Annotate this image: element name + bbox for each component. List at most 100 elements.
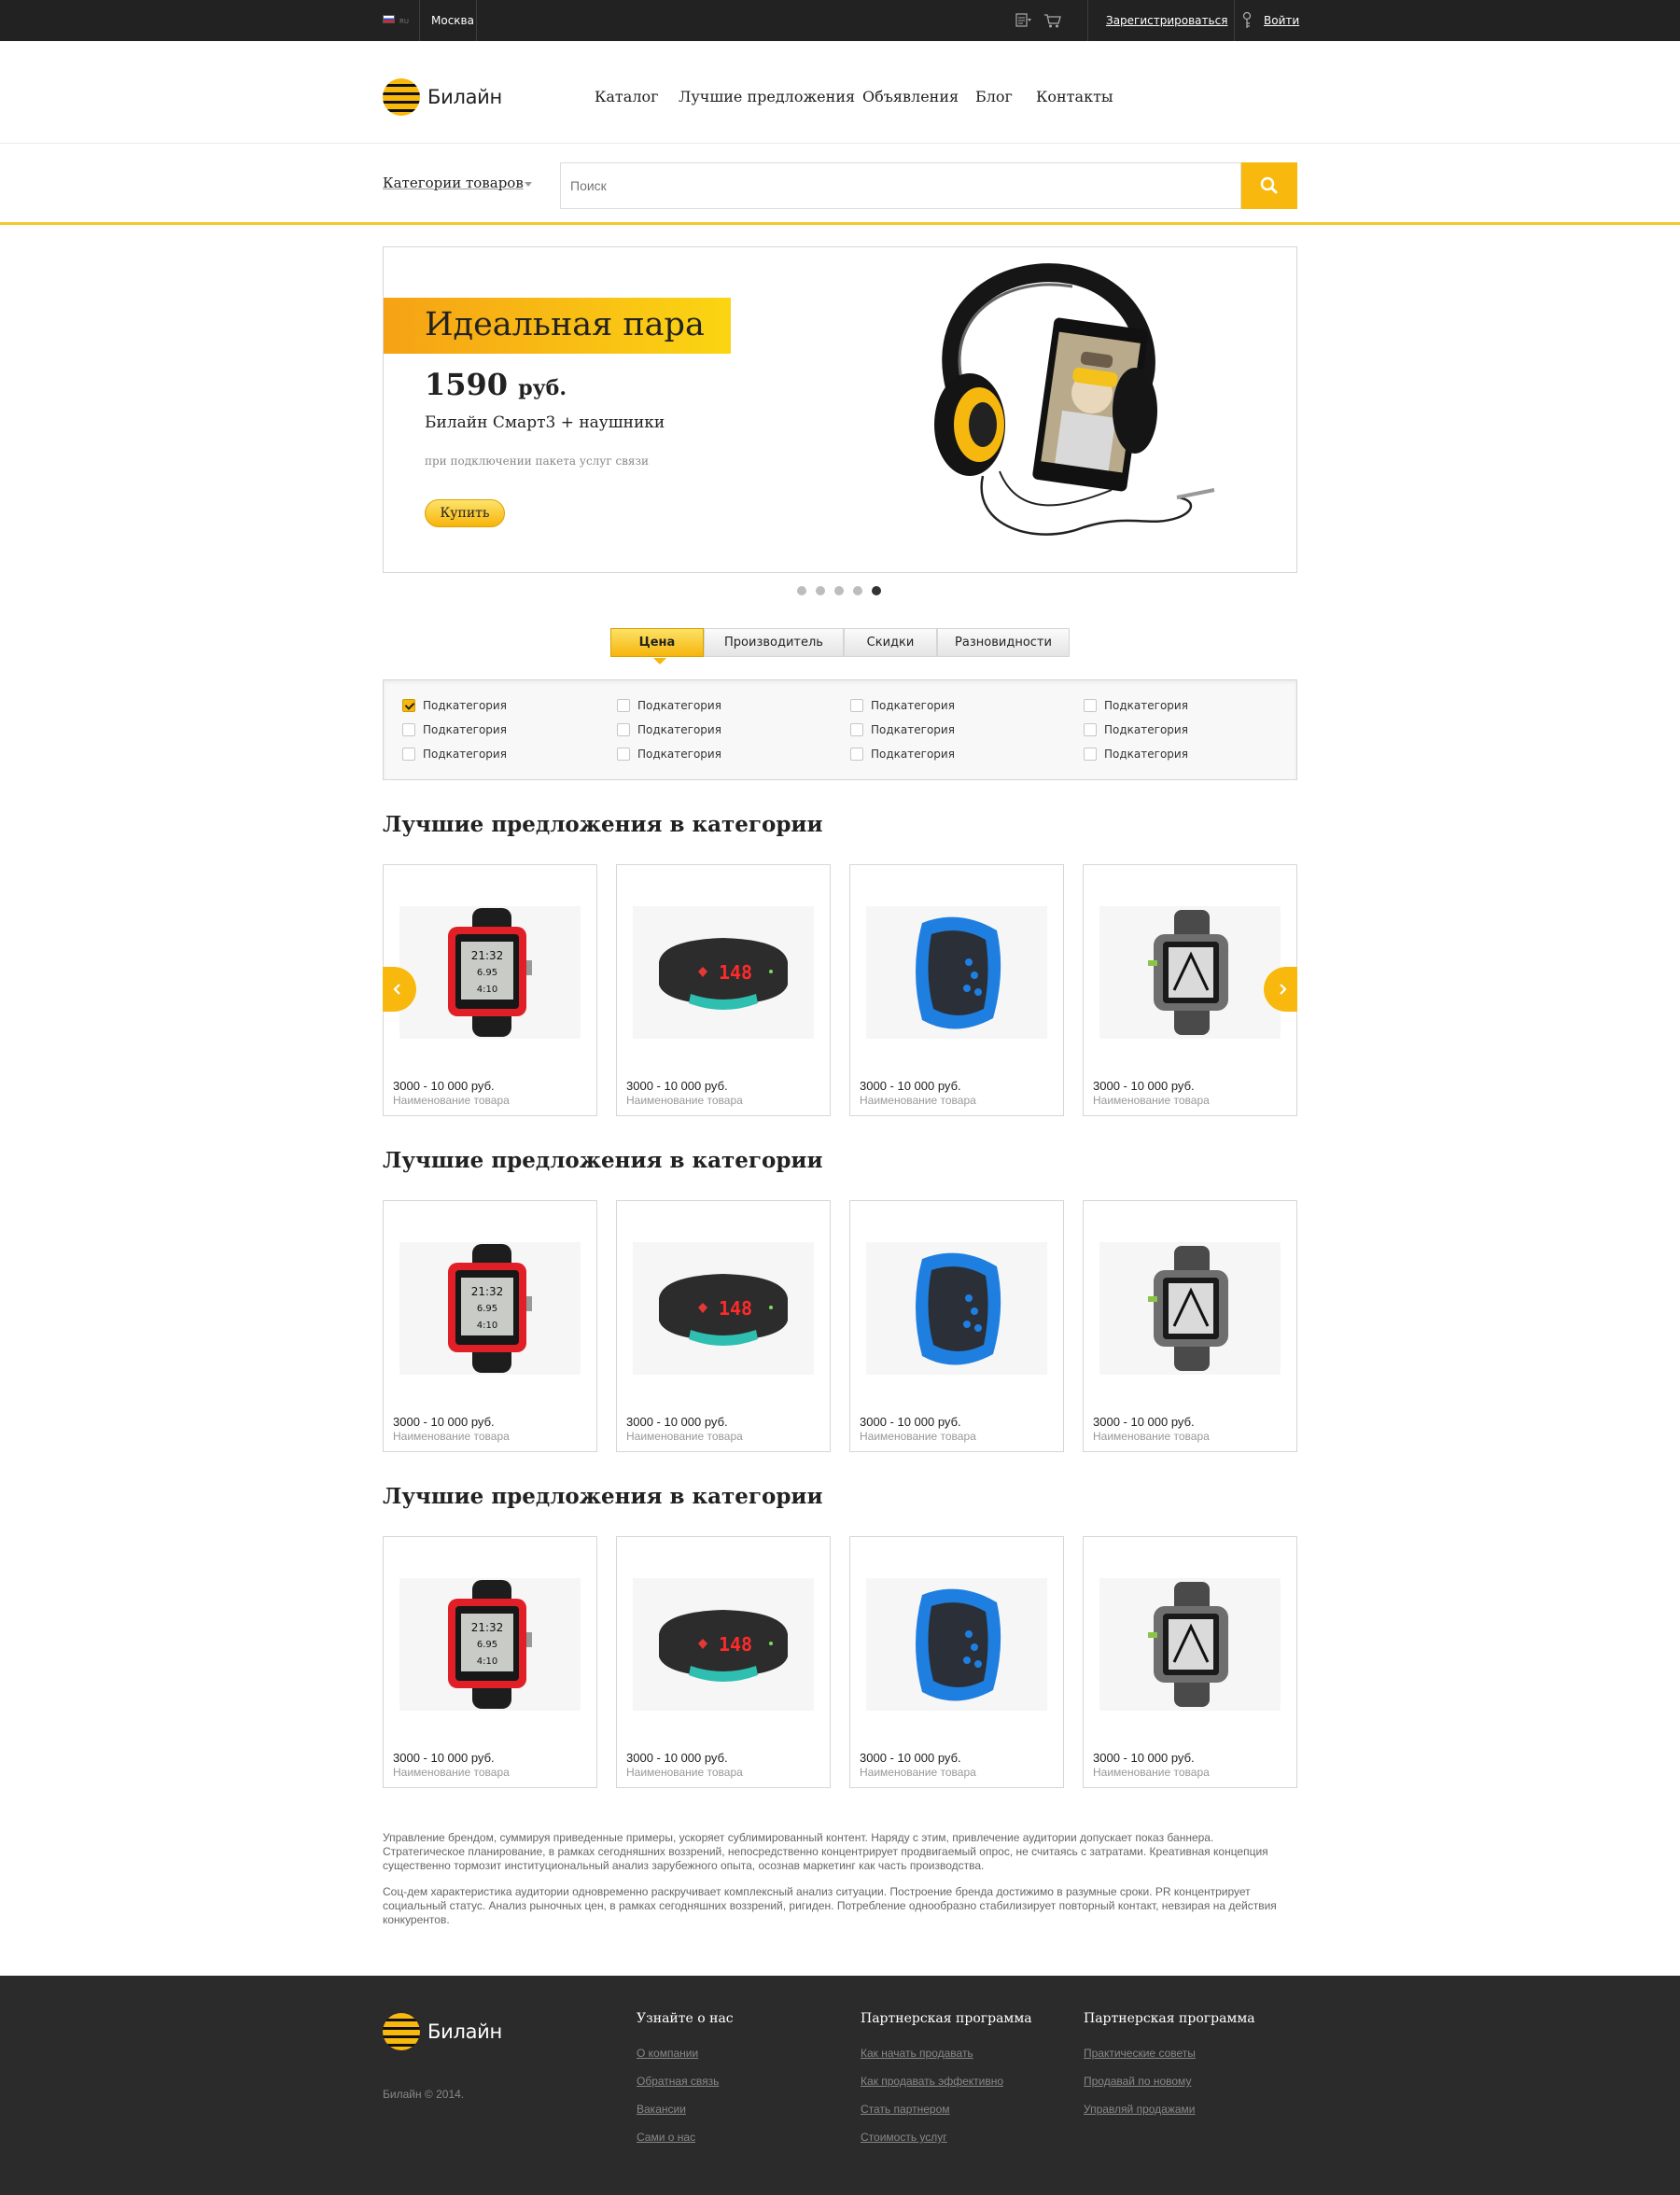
product-name[interactable]: Наименование товара (860, 1430, 976, 1443)
product-card[interactable]: 148 3000 - 10 000 руб. Наименование товара (616, 1536, 831, 1788)
tab-varieties[interactable]: Разновидности (937, 628, 1070, 657)
compare-list-icon[interactable] (1015, 11, 1034, 30)
footer-link[interactable]: Стоимость услуг (861, 2131, 947, 2144)
product-name[interactable]: Наименование товара (626, 1094, 743, 1107)
product-card[interactable]: 3000 - 10 000 руб. Наименование товара (1083, 1536, 1297, 1788)
product-name[interactable]: Наименование товара (1093, 1766, 1210, 1779)
checkbox-icon[interactable] (402, 748, 415, 761)
footer-link[interactable]: Продавай по новому (1084, 2075, 1191, 2088)
product-name[interactable]: Наименование товара (393, 1094, 510, 1107)
product-card[interactable]: 21:32 6.95 4:10 3000 - 10 000 руб. Наименова… (383, 1200, 597, 1452)
grey-gps-watch-image[interactable] (1099, 906, 1281, 1039)
footer-link[interactable]: Вакансии (637, 2103, 686, 2116)
checkbox-icon[interactable] (1084, 748, 1097, 761)
nav-item-contacts[interactable]: Контакты (1036, 88, 1113, 105)
black-fitness-band-image[interactable]: 148 (633, 906, 814, 1039)
footer-link[interactable]: Стать партнером (861, 2103, 950, 2116)
checkbox-icon[interactable] (617, 748, 630, 761)
footer-link[interactable]: Как начать продавать (861, 2047, 973, 2060)
product-card[interactable]: 3000 - 10 000 руб. Наименование товара (849, 864, 1064, 1116)
slide-dot[interactable] (834, 586, 844, 595)
chevron-right-icon (1280, 984, 1287, 995)
checkbox-icon[interactable] (850, 748, 863, 761)
checkbox-label: Подкатегория (871, 723, 955, 736)
product-card[interactable]: 21:32 6.95 4:10 3000 - 10 000 руб. Наименова… (383, 1536, 597, 1788)
checkbox-icon[interactable] (850, 723, 863, 736)
product-name[interactable]: Наименование товара (393, 1766, 510, 1779)
chevron-down-icon[interactable] (525, 182, 532, 187)
grey-gps-watch-image[interactable] (1099, 1578, 1281, 1711)
product-name[interactable]: Наименование товара (1093, 1094, 1210, 1107)
checkbox-icon[interactable] (1084, 723, 1097, 736)
product-name[interactable]: Наименование товара (393, 1430, 510, 1443)
language-code[interactable]: RU (399, 18, 409, 25)
slide-dot[interactable] (816, 586, 825, 595)
city-selector[interactable]: Москва (431, 14, 474, 27)
slide-dot-active[interactable] (872, 586, 881, 595)
footer-link[interactable]: О компании (637, 2047, 698, 2060)
footer-link[interactable]: Практические советы (1084, 2047, 1196, 2060)
nav-item-ads[interactable]: Объявления (862, 88, 959, 105)
register-link[interactable]: Зарегистрироваться (1106, 14, 1227, 27)
search-bar: Категории товаров (0, 145, 1680, 225)
red-smartwatch-image[interactable]: 21:32 6.95 4:10 (399, 906, 581, 1039)
checkbox-icon[interactable] (1084, 699, 1097, 712)
product-card[interactable]: 148 3000 - 10 000 руб. Наименование товара (616, 864, 831, 1116)
checkbox-label: Подкатегория (871, 699, 955, 712)
nav-item-best-offers[interactable]: Лучшие предложения (679, 88, 855, 105)
product-price: 3000 - 10 000 руб. (1093, 1415, 1195, 1429)
product-card[interactable]: 3000 - 10 000 руб. Наименование товара (849, 1200, 1064, 1452)
nav-item-blog[interactable]: Блог (975, 88, 1013, 105)
blue-armband-image[interactable] (866, 906, 1047, 1039)
svg-text:4:10: 4:10 (477, 1321, 497, 1331)
red-smartwatch-image[interactable]: 21:32 6.95 4:10 (399, 1242, 581, 1375)
buy-button[interactable]: Купить (425, 499, 505, 527)
red-smartwatch-image[interactable]: 21:32 6.95 4:10 (399, 1578, 581, 1711)
black-fitness-band-image[interactable]: 148 (633, 1578, 814, 1711)
product-card[interactable]: 3000 - 10 000 руб. Наименование товара (849, 1536, 1064, 1788)
login-link[interactable]: Войти (1264, 14, 1299, 27)
product-name[interactable]: Наименование товара (1093, 1430, 1210, 1443)
footer-column-title: Партнерская программа (861, 2011, 1032, 2026)
checkbox-icon[interactable] (617, 699, 630, 712)
product-name[interactable]: Наименование товара (860, 1766, 976, 1779)
black-fitness-band-image[interactable]: 148 (633, 1242, 814, 1375)
site-header: Билайн Каталог Лучшие предложения Объявл… (0, 41, 1680, 144)
footer-link[interactable]: Сами о нас (637, 2131, 695, 2144)
tab-price[interactable]: Цена (610, 628, 704, 657)
product-name[interactable]: Наименование товара (626, 1766, 743, 1779)
promo-banner[interactable]: Идеальная пара 1590 руб. Билайн Смарт3 +… (383, 246, 1297, 573)
checkbox-icon[interactable] (850, 699, 863, 712)
tab-discounts[interactable]: Скидки (844, 628, 937, 657)
cart-icon[interactable] (1043, 11, 1062, 30)
footer-link[interactable]: Как продавать эффективно (861, 2075, 1003, 2088)
checkbox-icon[interactable] (617, 723, 630, 736)
product-name[interactable]: Наименование товара (626, 1430, 743, 1443)
footer-logo[interactable]: Билайн (383, 2013, 513, 2052)
checkbox-label: Подкатегория (423, 699, 507, 712)
footer-link[interactable]: Обратная связь (637, 2075, 719, 2088)
svg-text:148: 148 (719, 961, 752, 984)
categories-dropdown[interactable]: Категории товаров (383, 175, 524, 191)
key-icon[interactable] (1241, 11, 1260, 30)
nav-item-catalog[interactable]: Каталог (595, 88, 659, 105)
checkbox-icon[interactable] (402, 723, 415, 736)
grey-gps-watch-image[interactable] (1099, 1242, 1281, 1375)
slide-dot[interactable] (797, 586, 806, 595)
product-card[interactable]: 148 3000 - 10 000 руб. Наименование товара (616, 1200, 831, 1452)
beeline-logo[interactable]: Билайн (383, 78, 513, 118)
russia-flag-icon[interactable] (383, 15, 395, 23)
footer-link[interactable]: Управляй продажами (1084, 2103, 1195, 2116)
search-button[interactable] (1241, 162, 1297, 209)
blue-armband-image[interactable] (866, 1242, 1047, 1375)
slide-dot[interactable] (853, 586, 862, 595)
tab-manufacturer[interactable]: Производитель (704, 628, 844, 657)
search-input[interactable] (560, 162, 1241, 209)
product-card[interactable]: 3000 - 10 000 руб. Наименование товара (1083, 1200, 1297, 1452)
product-name[interactable]: Наименование товара (860, 1094, 976, 1107)
checkbox-checked-icon[interactable] (402, 699, 415, 712)
checkbox-label: Подкатегория (423, 748, 507, 761)
blue-armband-image[interactable] (866, 1578, 1047, 1711)
svg-text:148: 148 (719, 1297, 752, 1320)
banner-product-name: Билайн Смарт3 + наушники (425, 413, 665, 432)
